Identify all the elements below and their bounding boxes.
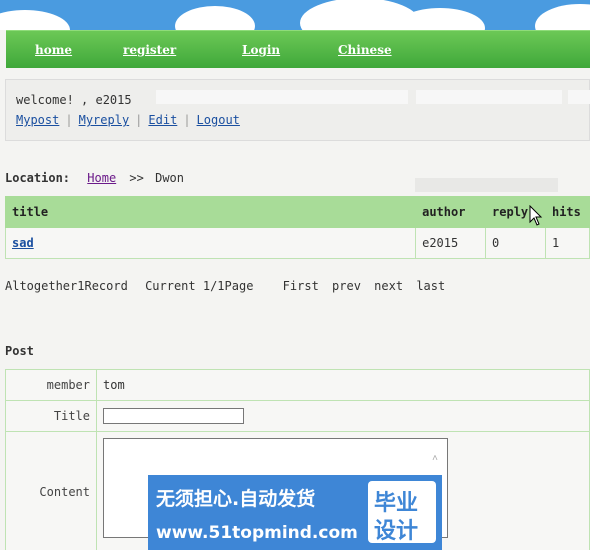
banner-slogan: 无须担心.自动发货 [156,488,316,510]
cloud-decoration [175,6,255,30]
link-separator: | [183,113,191,127]
sky-header-banner [0,0,590,30]
content-label: Content [5,431,97,550]
cloud-decoration [535,4,590,30]
breadcrumb-home-link[interactable]: Home [87,171,116,185]
table-row: sad e2015 0 1 [4,227,590,259]
nav-login-link[interactable]: Login [242,43,280,57]
panel-strip [416,90,562,104]
panel-strip [156,90,408,104]
user-panel: welcome! , e2015 Mypost | Myreply | Edit | Log… [5,79,590,141]
pager-last-button[interactable]: last [416,279,445,293]
chevron-up-icon[interactable]: ˄ [432,453,444,464]
member-label: member [5,369,97,401]
breadcrumb-separator: >> [129,171,144,185]
title-input[interactable] [103,408,244,424]
title-label: Title [5,400,97,432]
pager-first-button[interactable]: First [283,279,319,293]
topic-title-link[interactable]: sad [12,236,34,250]
ghost-strip [415,178,558,192]
form-row-title: Title [5,400,590,432]
topic-hits-cell: 1 [544,227,590,259]
banner-url: www.51topmind.com [156,523,358,543]
nav-home-link[interactable]: home [35,43,72,57]
title-cell [96,400,590,432]
watermark-banner: 无须担心.自动发货 www.51topmind.com 毕业 设计 [148,475,442,550]
topic-reply-cell: 0 [485,227,546,259]
link-separator: | [65,113,73,127]
panel-strip [568,90,590,104]
pagination: Altogether1Record Current 1/1Page First … [5,279,455,293]
breadcrumb: Location: Home >> Dwon [5,171,184,185]
mouse-pointer-icon [529,205,543,226]
cloud-decoration [0,10,70,30]
welcome-text: welcome! , e2015 [16,93,132,107]
user-links: Mypost | Myreply | Edit | Logout [16,113,240,127]
topics-table: title author reply hits sad e2015 0 1 [4,196,590,259]
location-label: Location: [5,171,71,185]
column-header-hits: hits [544,196,590,228]
breadcrumb-current: Dwon [155,171,184,185]
post-section-title: Post [5,344,34,358]
topic-author-cell: e2015 [415,227,487,259]
nav-chinese-link[interactable]: Chinese [338,43,392,57]
myreply-link[interactable]: Myreply [79,113,130,127]
pager-prev-button[interactable]: prev [332,279,361,293]
form-row-member: member tom [5,369,590,401]
link-separator: | [135,113,143,127]
column-header-title: title [4,196,417,228]
banner-badge: 毕业 设计 [368,481,436,544]
pager-summary: Altogether1Record [5,279,128,293]
badge-line-2: 设计 [374,519,419,544]
member-value: tom [96,369,590,401]
mypost-link[interactable]: Mypost [16,113,59,127]
pager-current: Current 1/1Page [145,279,254,293]
nav-register-link[interactable]: register [123,43,176,57]
topic-title-cell: sad [4,227,417,259]
main-nav: home register Login Chinese [6,30,590,68]
edit-link[interactable]: Edit [148,113,177,127]
table-header-row: title author reply hits [4,196,590,228]
pager-next-button[interactable]: next [374,279,403,293]
logout-link[interactable]: Logout [197,113,240,127]
column-header-author: author [415,196,487,228]
